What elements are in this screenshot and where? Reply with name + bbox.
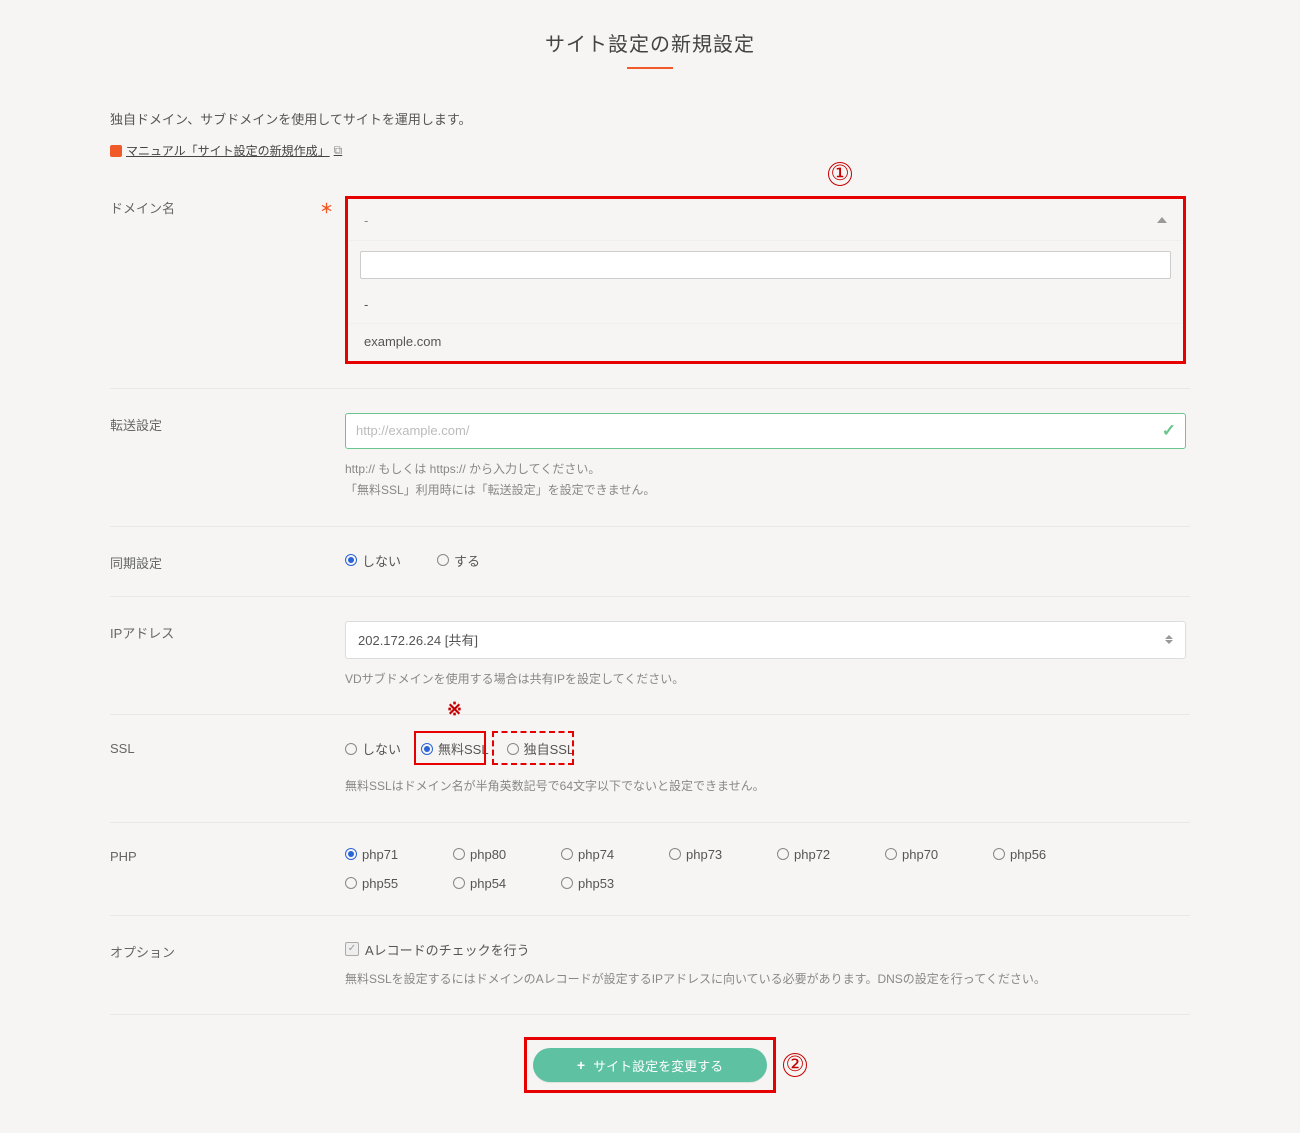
ip-helper: VDサブドメインを使用する場合は共有IPを設定してください。 (345, 669, 1186, 691)
page-title: サイト設定の新規設定 (110, 28, 1190, 57)
radio-icon (561, 848, 573, 860)
radio-icon (453, 877, 465, 889)
domain-selected-value: - (364, 213, 368, 228)
radio-icon (345, 743, 357, 755)
intro-text: 独自ドメイン、サブドメインを使用してサイトを運用します。 (110, 109, 1190, 128)
domain-dropdown-selected[interactable]: - (350, 201, 1181, 241)
php-radio-php70[interactable]: php70 (885, 847, 963, 862)
domain-option[interactable]: example.com (350, 323, 1181, 359)
php-option-label: php72 (794, 847, 830, 862)
php-option-label: php53 (578, 876, 614, 891)
check-icon: ✓ (348, 944, 356, 954)
annotation-number-1: ① (828, 162, 852, 186)
ip-select-value: 202.172.26.24 [共有] (358, 630, 478, 649)
php-option-label: php70 (902, 847, 938, 862)
php-radio-php74[interactable]: php74 (561, 847, 639, 862)
php-radio-php72[interactable]: php72 (777, 847, 855, 862)
php-option-label: php73 (686, 847, 722, 862)
domain-option-label: example.com (364, 334, 441, 349)
manual-link[interactable]: マニュアル「サイト設定の新規作成」 ⧉ (110, 142, 342, 159)
radio-icon (885, 848, 897, 860)
php-radio-php73[interactable]: php73 (669, 847, 747, 862)
transfer-label: 転送設定 (110, 418, 162, 433)
php-radio-php54[interactable]: php54 (453, 876, 531, 891)
php-option-label: php71 (362, 847, 398, 862)
ssl-label: SSL (110, 741, 135, 756)
ip-select[interactable]: 202.172.26.24 [共有] (345, 621, 1186, 659)
domain-option[interactable]: - (350, 287, 1181, 323)
radio-icon (507, 743, 519, 755)
php-radio-php71[interactable]: php71 (345, 847, 423, 862)
sync-label: 同期設定 (110, 556, 162, 571)
php-radio-php53[interactable]: php53 (561, 876, 639, 891)
annotation-asterisk: ※ (447, 699, 462, 720)
submit-button-label: サイト設定を変更する (593, 1056, 723, 1075)
chevron-down-icon (1165, 640, 1173, 644)
php-option-label: php56 (1010, 847, 1046, 862)
domain-label: ドメイン名 (110, 198, 175, 217)
radio-icon (993, 848, 1005, 860)
plus-icon: + (577, 1057, 585, 1073)
radio-icon (561, 877, 573, 889)
php-option-label: php80 (470, 847, 506, 862)
check-icon: ✓ (1162, 421, 1176, 441)
ssl-radio-free[interactable]: 無料SSL (421, 739, 489, 758)
submit-highlight-box: + サイト設定を変更する ② (524, 1037, 776, 1093)
manual-link-label: マニュアル「サイト設定の新規作成」 (126, 142, 330, 159)
sync-no-label: しない (362, 551, 401, 570)
submit-button[interactable]: + サイト設定を変更する (533, 1048, 767, 1082)
radio-icon (453, 848, 465, 860)
ssl-radio-none[interactable]: しない (345, 739, 403, 758)
transfer-helper-1: http:// もしくは https:// から入力してください。 (345, 459, 1186, 481)
domain-dropdown-highlight: - - example.com (345, 196, 1186, 364)
php-option-label: php54 (470, 876, 506, 891)
title-underline (627, 67, 673, 69)
transfer-helper-2: 「無料SSL」利用時には「転送設定」を設定できません。 (345, 480, 1186, 502)
domain-search-input[interactable] (360, 251, 1171, 279)
radio-icon (437, 554, 449, 566)
arecord-checkbox[interactable]: ✓ (345, 942, 359, 956)
chevron-up-icon (1157, 217, 1167, 223)
domain-option-label: - (364, 297, 368, 312)
php-option-label: php55 (362, 876, 398, 891)
radio-icon (669, 848, 681, 860)
php-radio-php56[interactable]: php56 (993, 847, 1071, 862)
sync-yes-label: する (454, 551, 480, 570)
arecord-checkbox-label: Aレコードのチェックを行う (365, 940, 530, 959)
ip-label: IPアドレス (110, 626, 174, 641)
php-radio-php55[interactable]: php55 (345, 876, 423, 891)
option-label: オプション (110, 945, 175, 960)
required-mark: ＊ (320, 198, 333, 217)
sync-radio-no[interactable]: しない (345, 551, 419, 570)
annotation-number-2: ② (783, 1053, 807, 1077)
php-label: PHP (110, 849, 137, 864)
option-helper: 無料SSLを設定するにはドメインのAレコードが設定するIPアドレスに向いている必… (345, 969, 1186, 991)
ssl-none-label: しない (362, 739, 401, 758)
transfer-input[interactable] (345, 413, 1186, 449)
sync-radio-yes[interactable]: する (437, 551, 511, 570)
book-icon (110, 145, 122, 157)
radio-icon (777, 848, 789, 860)
ssl-free-label: 無料SSL (438, 739, 489, 758)
radio-icon (345, 877, 357, 889)
radio-icon (345, 848, 357, 860)
chevron-up-icon (1165, 635, 1173, 639)
radio-icon (345, 554, 357, 566)
radio-icon (421, 743, 433, 755)
php-option-label: php74 (578, 847, 614, 862)
ssl-own-label: 独自SSL (524, 739, 575, 758)
ssl-radio-own[interactable]: 独自SSL (507, 739, 575, 758)
ssl-helper: 無料SSLはドメイン名が半角英数記号で64文字以下でないと設定できません。 (345, 776, 1186, 798)
external-link-icon: ⧉ (334, 143, 343, 158)
php-radio-php80[interactable]: php80 (453, 847, 531, 862)
